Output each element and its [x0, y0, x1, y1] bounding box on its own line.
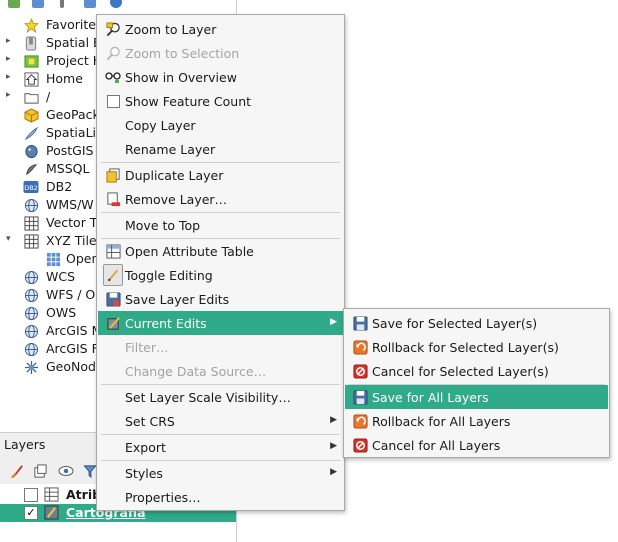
- collapse-icon[interactable]: [84, 0, 96, 8]
- submenu-item-cancel-selected[interactable]: Cancel for Selected Layer(s): [345, 359, 608, 383]
- layer-visibility-checkbox[interactable]: [24, 488, 38, 502]
- globe-icon: [23, 323, 39, 339]
- zoom-selection-icon: [105, 45, 121, 61]
- layer-context-menu: Zoom to Layer Zoom to Selection Show in …: [96, 14, 345, 511]
- mssql-icon: [23, 161, 39, 177]
- rollback-all-icon: [352, 413, 368, 429]
- cancel-all-icon: [352, 437, 368, 453]
- menu-item-move-to-top[interactable]: Move to Top: [98, 213, 343, 237]
- globe-icon: [23, 305, 39, 321]
- style-brush-icon[interactable]: [8, 463, 24, 479]
- folder-icon: [23, 89, 39, 105]
- globe-icon: [23, 341, 39, 357]
- current-edits-submenu: Save for Selected Layer(s) Rollback for …: [343, 308, 610, 458]
- star-icon: [23, 17, 39, 33]
- submenu-item-rollback-selected[interactable]: Rollback for Selected Layer(s): [345, 335, 608, 359]
- submenu-item-save-selected[interactable]: Save for Selected Layer(s): [345, 311, 608, 335]
- db2-icon: DB2: [23, 179, 39, 195]
- submenu-item-rollback-all[interactable]: Rollback for All Layers: [345, 409, 608, 433]
- grid-icon: [45, 251, 61, 267]
- browser-toolbar: [0, 0, 236, 10]
- menu-item-set-layer-scale-visibility[interactable]: Set Layer Scale Visibility…: [98, 385, 343, 409]
- duplicate-icon: [105, 167, 121, 183]
- svg-text:DB2: DB2: [24, 184, 38, 192]
- spatialite-icon: [23, 125, 39, 141]
- remove-layer-icon: [105, 191, 121, 207]
- refresh-icon[interactable]: [32, 0, 44, 8]
- vector-tiles-icon: [23, 215, 39, 231]
- add-group-icon[interactable]: [32, 463, 48, 479]
- globe-icon: [23, 287, 39, 303]
- attribute-table-icon: [105, 243, 121, 259]
- geopackage-icon: [23, 107, 39, 123]
- info-icon[interactable]: [110, 0, 122, 8]
- menu-item-duplicate-layer[interactable]: Duplicate Layer: [98, 163, 343, 187]
- menu-item-change-data-source[interactable]: Change Data Source…: [98, 359, 343, 383]
- cancel-selected-icon: [352, 363, 368, 379]
- menu-item-show-feature-count[interactable]: Show Feature Count: [98, 89, 343, 113]
- submenu-item-save-all[interactable]: Save for All Layers: [345, 385, 608, 409]
- menu-item-current-edits[interactable]: Current Edits ▶: [98, 311, 343, 335]
- menu-item-filter[interactable]: Filter…: [98, 335, 343, 359]
- menu-item-export[interactable]: Export ▶: [98, 435, 343, 459]
- menu-item-rename-layer[interactable]: Rename Layer: [98, 137, 343, 161]
- rollback-selected-icon: [352, 339, 368, 355]
- bookmark-icon: [23, 35, 39, 51]
- layer-visibility-checkbox[interactable]: ✓: [24, 506, 38, 520]
- menu-item-show-in-overview[interactable]: Show in Overview: [98, 65, 343, 89]
- submenu-arrow-icon: ▶: [330, 467, 337, 477]
- project-home-icon: [23, 53, 39, 69]
- save-all-icon: [352, 389, 368, 405]
- wms-icon: [23, 197, 39, 213]
- home-icon: [23, 71, 39, 87]
- checkbox-icon: [105, 93, 121, 109]
- menu-item-set-crs[interactable]: Set CRS ▶: [98, 409, 343, 433]
- menu-item-toggle-editing[interactable]: Toggle Editing: [98, 263, 343, 287]
- editing-pencil-icon: [44, 505, 60, 521]
- zoom-layer-icon: [105, 21, 121, 37]
- layers-panel-title: Layers: [4, 437, 46, 452]
- menu-item-open-attribute-table[interactable]: Open Attribute Table: [98, 239, 343, 263]
- menu-item-remove-layer[interactable]: Remove Layer…: [98, 187, 343, 211]
- submenu-item-cancel-all[interactable]: Cancel for All Layers: [345, 433, 608, 457]
- globe-icon: [23, 269, 39, 285]
- vector-layer-icon: [44, 487, 60, 503]
- geonode-icon: [23, 359, 39, 375]
- menu-item-zoom-to-layer[interactable]: Zoom to Layer: [98, 17, 343, 41]
- submenu-arrow-icon: ▶: [330, 441, 337, 451]
- overview-icon: [105, 69, 121, 85]
- xyz-tiles-icon: [23, 233, 39, 249]
- menu-item-properties[interactable]: Properties…: [98, 485, 343, 509]
- submenu-arrow-icon: ▶: [330, 317, 337, 327]
- pencil-icon: [103, 264, 123, 286]
- current-edits-icon: [105, 315, 121, 331]
- menu-item-styles[interactable]: Styles ▶: [98, 461, 343, 485]
- save-edits-icon: [105, 291, 121, 307]
- postgis-icon: [23, 143, 39, 159]
- menu-item-zoom-to-selection[interactable]: Zoom to Selection: [98, 41, 343, 65]
- submenu-arrow-icon: ▶: [330, 415, 337, 425]
- save-selected-icon: [352, 315, 368, 331]
- add-layer-icon[interactable]: [8, 0, 20, 8]
- menu-item-copy-layer[interactable]: Copy Layer: [98, 113, 343, 137]
- visibility-eye-icon[interactable]: [58, 463, 74, 479]
- menu-item-save-layer-edits[interactable]: Save Layer Edits: [98, 287, 343, 311]
- filter-icon[interactable]: [60, 0, 64, 8]
